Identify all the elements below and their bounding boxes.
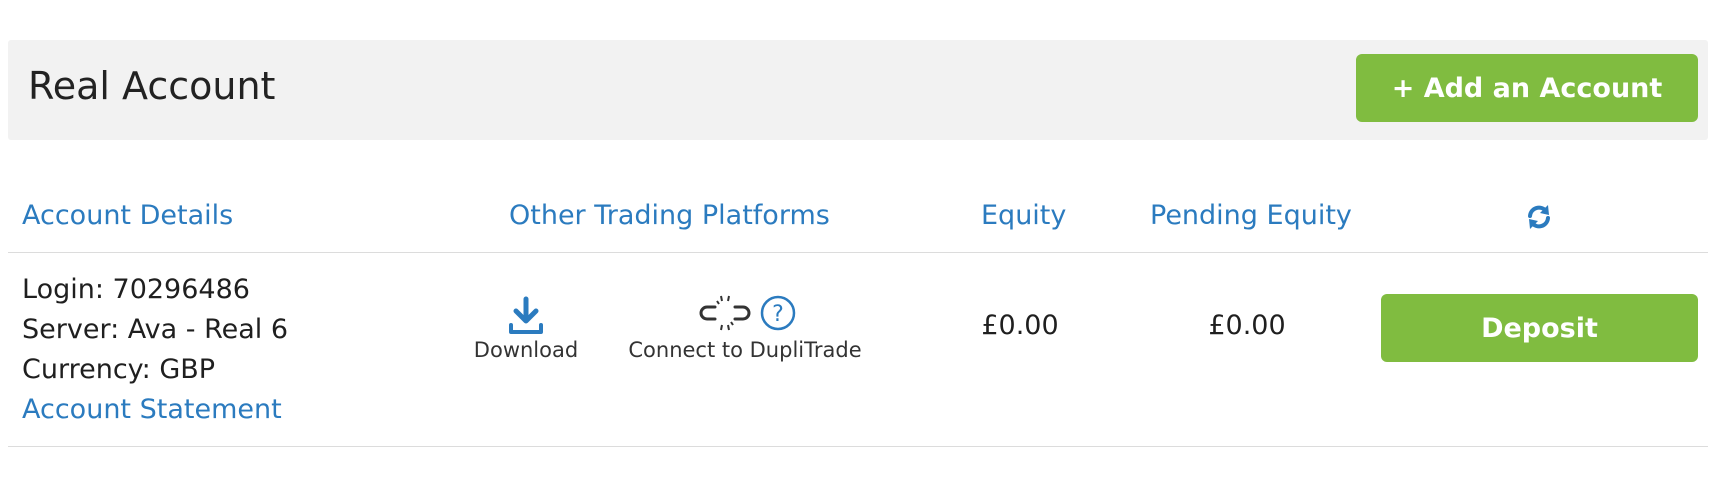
- column-header-account-details[interactable]: Account Details: [22, 196, 233, 236]
- column-header-equity[interactable]: Equity: [981, 196, 1066, 236]
- page-title: Real Account: [28, 64, 276, 108]
- duplitrade-platform[interactable]: ? Connect to DupliTrade: [620, 292, 870, 362]
- add-account-button[interactable]: + Add an Account: [1356, 54, 1698, 122]
- deposit-button[interactable]: Deposit: [1381, 294, 1698, 362]
- row-divider: [8, 446, 1708, 447]
- header-divider: [8, 252, 1708, 253]
- broken-link-icon[interactable]: [693, 293, 757, 337]
- column-header-pending-equity[interactable]: Pending Equity: [1150, 196, 1352, 236]
- download-icon[interactable]: [466, 296, 586, 338]
- column-header-other-platforms[interactable]: Other Trading Platforms: [509, 196, 830, 236]
- account-statement-link[interactable]: Account Statement: [22, 390, 282, 430]
- server-text: Server: Ava - Real 6: [22, 314, 289, 345]
- refresh-icon[interactable]: [1524, 202, 1554, 232]
- duplitrade-label[interactable]: Connect to DupliTrade: [620, 338, 870, 362]
- svg-text:?: ?: [772, 302, 784, 327]
- currency-text: Currency: GBP: [22, 354, 216, 385]
- equity-value: £0.00: [981, 310, 1059, 341]
- pending-equity-value: £0.00: [1208, 310, 1286, 341]
- download-platform[interactable]: Download: [466, 296, 586, 362]
- question-circle-icon[interactable]: ?: [759, 294, 797, 336]
- download-label[interactable]: Download: [466, 338, 586, 362]
- login-text: Login: 70296486: [22, 274, 250, 305]
